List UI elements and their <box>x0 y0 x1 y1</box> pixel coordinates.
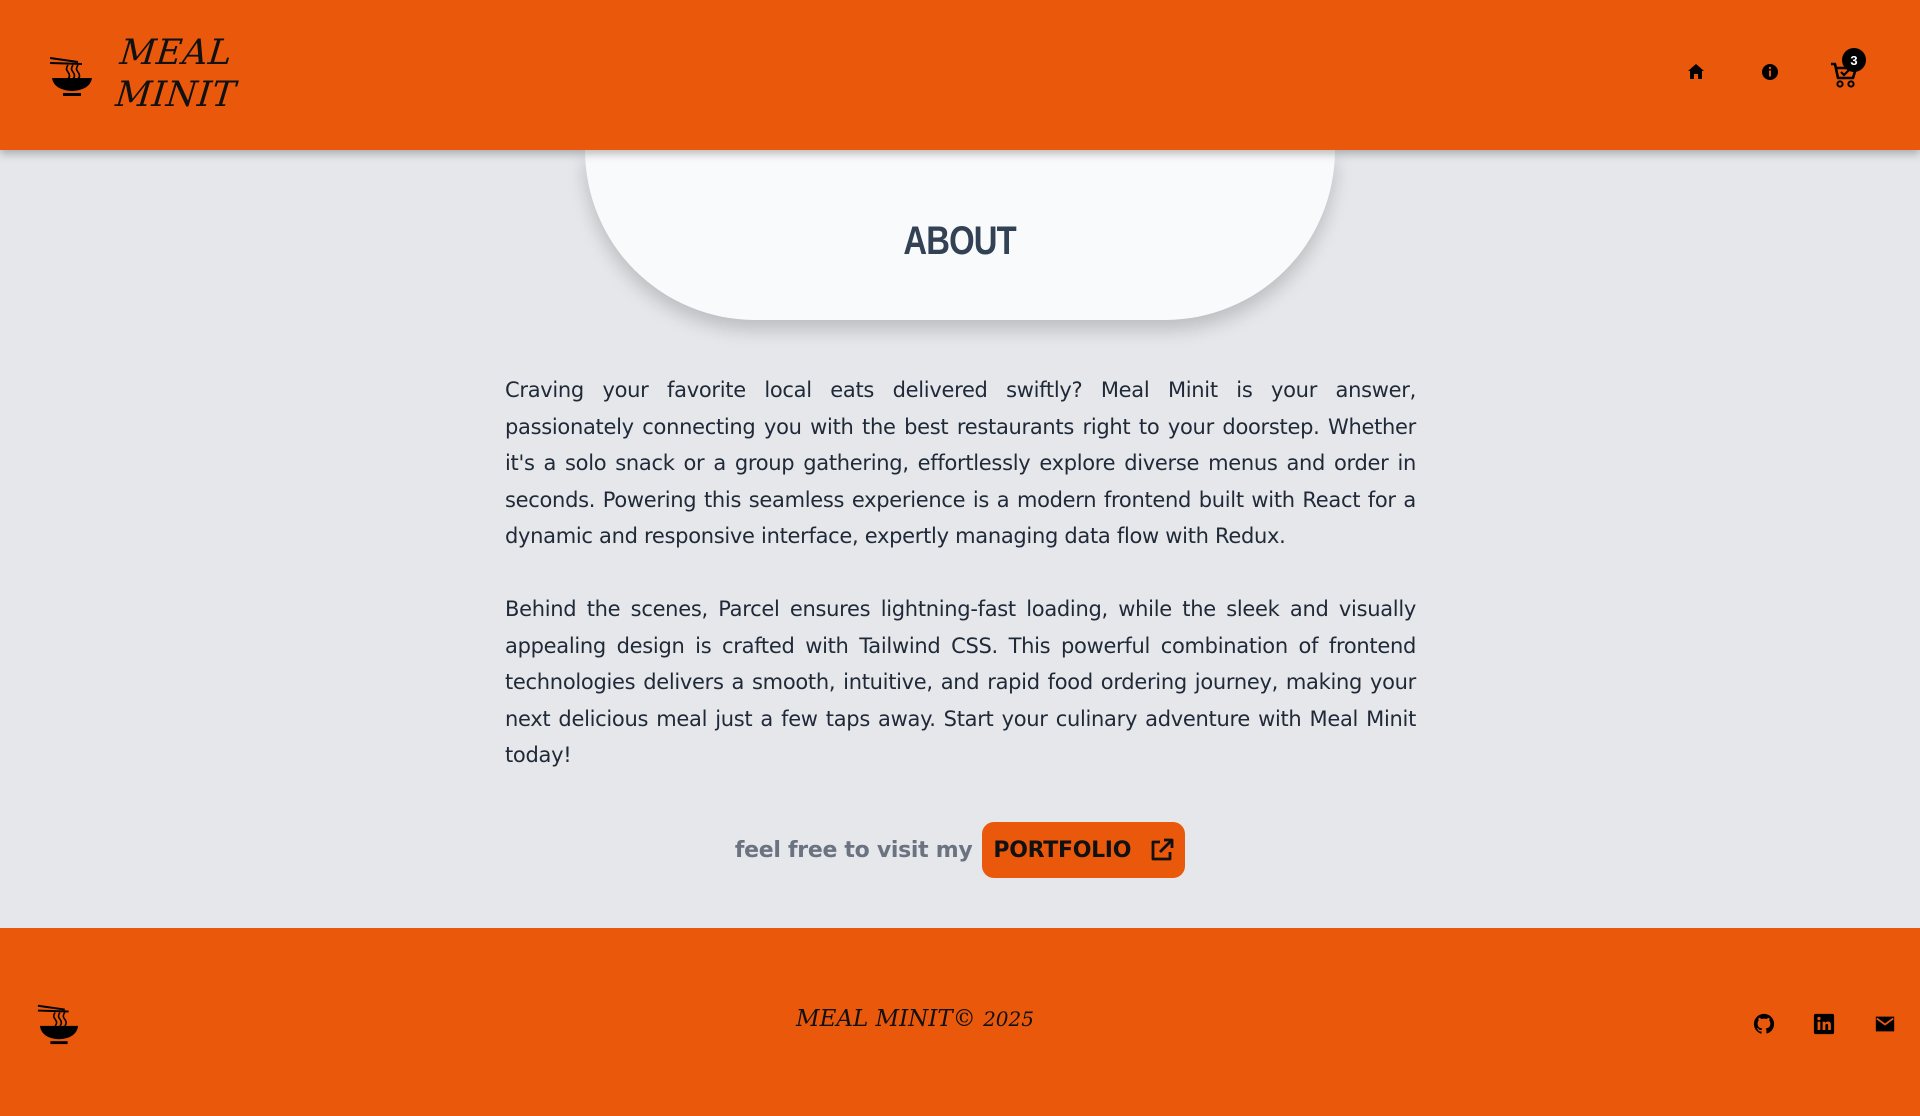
noodle-bowl-icon <box>49 57 92 96</box>
nav-about-button[interactable] <box>1756 58 1784 86</box>
portfolio-button[interactable]: PORTFOLIO <box>982 822 1186 878</box>
copyright-text: MEAL MINIT© 2025 <box>0 1006 1830 1032</box>
copyright-year: 2025 <box>983 1007 1034 1031</box>
mail-link[interactable] <box>1872 1011 1898 1037</box>
copyright-symbol: © <box>952 1006 976 1032</box>
site-footer: MEAL MINIT© 2025 <box>0 928 1920 1116</box>
page-title: ABOUT <box>903 219 1017 263</box>
github-link[interactable] <box>1751 1011 1777 1037</box>
about-header-card: ABOUT <box>585 150 1335 320</box>
portfolio-row: feel free to visit my PORTFOLIO <box>0 822 1920 878</box>
about-content: Craving your favorite local eats deliver… <box>505 372 1416 810</box>
about-paragraph-2: Behind the scenes, Parcel ensures lightn… <box>505 597 1416 767</box>
nav-home-button[interactable] <box>1682 58 1710 86</box>
nav-cart-button[interactable]: 3 <box>1828 48 1866 92</box>
linkedin-link[interactable] <box>1811 1011 1837 1037</box>
info-icon <box>1762 64 1778 80</box>
home-icon <box>1688 64 1704 79</box>
visit-text: feel free to visit my <box>734 837 973 863</box>
footer-brand: MEAL MINIT <box>796 1006 953 1032</box>
external-link-icon <box>1151 838 1174 861</box>
logo[interactable]: MEAL MINIT <box>48 32 238 116</box>
site-header: MEAL MINIT 3 <box>0 0 1920 150</box>
mail-icon <box>1875 1016 1895 1032</box>
brand-line-1: MEAL <box>118 33 235 73</box>
cart-count-badge: 3 <box>1842 48 1866 72</box>
portfolio-label: PORTFOLIO <box>993 837 1132 863</box>
linkedin-icon <box>1813 1013 1835 1035</box>
brand-name: MEAL MINIT <box>114 32 243 116</box>
brand-line-2: MINIT <box>113 75 238 115</box>
github-icon <box>1753 1013 1775 1034</box>
about-paragraph-1: Craving your favorite local eats deliver… <box>505 378 1416 548</box>
